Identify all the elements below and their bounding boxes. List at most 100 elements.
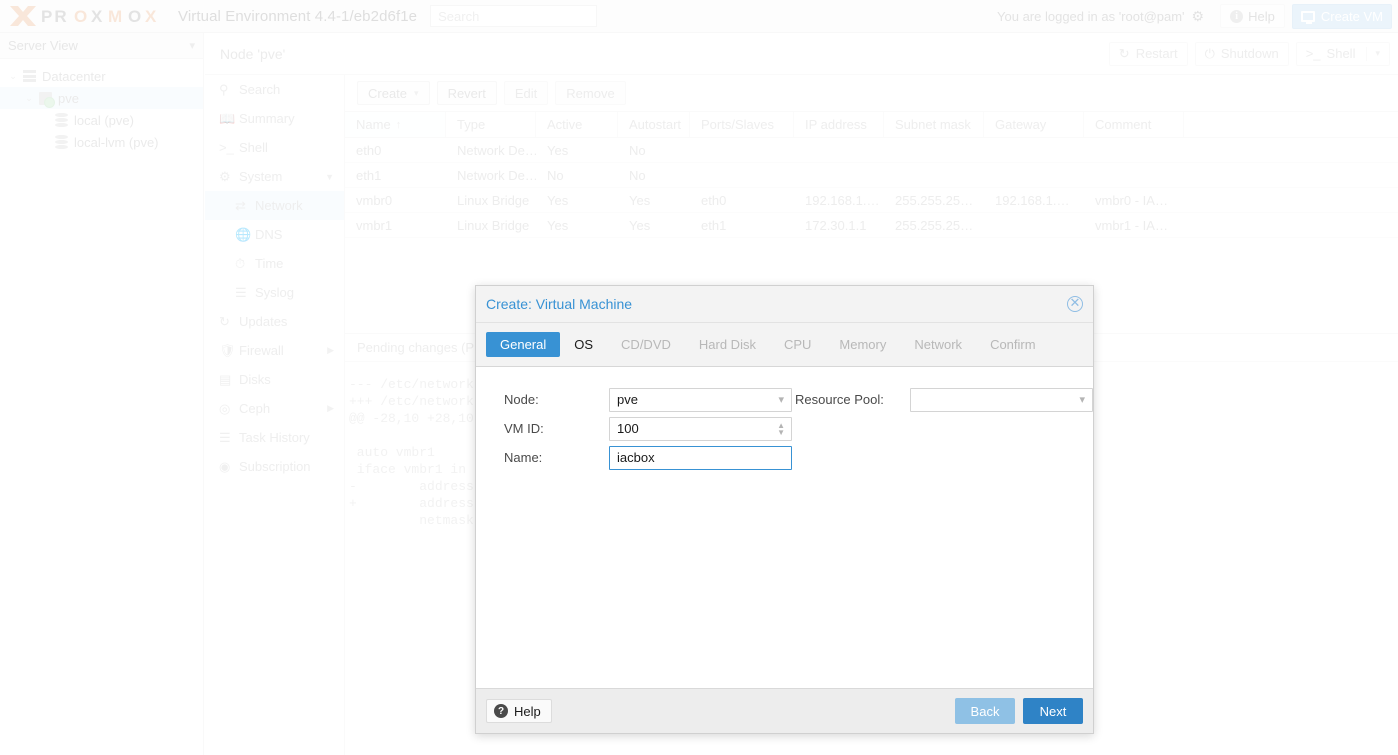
nav-item-network[interactable]: ⇄Network — [205, 191, 344, 220]
nav-item-disks[interactable]: ▤Disks — [205, 365, 344, 394]
table-row[interactable]: eth0Network De…YesNo — [345, 138, 1398, 163]
top-header-bar: PR O X M O X Virtual Environment 4.4-1/e… — [0, 0, 1398, 33]
table-row[interactable]: eth1Network De…NoNo — [345, 163, 1398, 188]
nav-item-time[interactable]: ⏱Time — [205, 249, 344, 278]
gear-icon[interactable]: ⚙ — [1192, 9, 1205, 23]
shutdown-button[interactable]: ⏻Shutdown — [1195, 42, 1289, 66]
button-label: Create — [368, 86, 407, 101]
table-cell — [884, 163, 984, 187]
nav-item-label: Disks — [239, 372, 271, 387]
table-cell: eth1 — [345, 163, 446, 187]
nav-item-label: Subscription — [239, 459, 311, 474]
chevron-down-icon[interactable]: ▾ — [1375, 48, 1380, 59]
nav-item-label: Shell — [239, 140, 268, 155]
dialog-body: Node: pve ▾ Resource Pool: ▾ VM ID: — [476, 367, 1093, 688]
create-vm-label: Create VM — [1321, 9, 1383, 24]
svg-text:O: O — [128, 7, 143, 26]
table-cell: eth0 — [690, 188, 794, 212]
nav-item-dns[interactable]: 🌐DNS — [205, 220, 344, 249]
vmid-stepper[interactable]: 100 ▲▼ — [609, 417, 792, 441]
column-header-name[interactable]: Name↑ — [345, 112, 446, 137]
logged-in-label: You are logged in as 'root@pam' — [997, 9, 1185, 24]
refresh-icon: ↻ — [219, 314, 239, 330]
table-cell: Yes — [536, 138, 618, 162]
header-right-group: You are logged in as 'root@pam' ⚙ i Help… — [997, 4, 1398, 29]
help-button-label: Help — [1248, 9, 1275, 24]
table-cell: vmbr0 - IA… — [1084, 188, 1184, 212]
nav-item-label: Network — [255, 198, 303, 213]
nav-item-ceph[interactable]: ◎Ceph▶ — [205, 394, 344, 423]
tree-item-local[interactable]: local (pve) — [0, 109, 203, 131]
tree-item-datacenter[interactable]: ⌄ Datacenter — [0, 65, 203, 87]
vmid-value: 100 — [617, 421, 639, 436]
nav-item-shell[interactable]: >_Shell — [205, 133, 344, 162]
nav-item-subscription[interactable]: ◉Subscription — [205, 452, 344, 481]
network-toolbar: Create▾RevertEditRemove — [345, 75, 1398, 111]
tree-item-label: pve — [58, 91, 79, 106]
button-label: Revert — [448, 86, 486, 101]
table-row[interactable]: vmbr1Linux BridgeYesYeseth1172.30.1.1255… — [345, 213, 1398, 238]
tab-os[interactable]: OS — [560, 332, 607, 357]
tree-item-label: Datacenter — [42, 69, 106, 84]
next-button[interactable]: Next — [1023, 698, 1083, 724]
column-header-autostart[interactable]: Autostart — [618, 112, 690, 137]
column-header-subnet-mask[interactable]: Subnet mask — [884, 112, 984, 137]
nav-item-updates[interactable]: ↻Updates — [205, 307, 344, 336]
column-label: Comment — [1095, 117, 1151, 132]
list-icon: ☰ — [219, 430, 239, 446]
revert-button[interactable]: Revert — [437, 81, 497, 105]
column-label: Type — [457, 117, 485, 132]
back-button[interactable]: Back — [955, 698, 1015, 724]
server-view-selector[interactable]: Server View ▾ — [0, 33, 203, 59]
shell-button[interactable]: >_Shell▾ — [1296, 42, 1390, 66]
nav-item-summary[interactable]: 📖Summary — [205, 104, 344, 133]
column-header-ip-address[interactable]: IP address — [794, 112, 884, 137]
column-header-comment[interactable]: Comment — [1084, 112, 1184, 137]
restart-icon: ↻ — [1119, 46, 1130, 62]
search-icon: ⚲ — [219, 82, 239, 98]
dialog-help-button[interactable]: ? Help — [486, 699, 552, 723]
column-header-ports-slaves[interactable]: Ports/Slaves — [690, 112, 794, 137]
table-row[interactable]: vmbr0Linux BridgeYesYeseth0192.168.1.…25… — [345, 188, 1398, 213]
name-input[interactable]: iacbox — [609, 446, 792, 470]
nav-item-system[interactable]: ⚙System▼ — [205, 162, 344, 191]
restart-button[interactable]: ↻Restart — [1109, 42, 1188, 66]
network-table: Name↑ Type ActiveAutostartPorts/SlavesIP a… — [345, 111, 1398, 286]
column-header-gateway[interactable]: Gateway — [984, 112, 1084, 137]
nav-item-search[interactable]: ⚲Search — [205, 75, 344, 104]
tab-general[interactable]: General — [486, 332, 560, 357]
tree-item-local-lvm[interactable]: local-lvm (pve) — [0, 131, 203, 153]
spinner-arrows-icon[interactable]: ▲▼ — [777, 422, 785, 436]
global-search-input[interactable]: Search — [430, 5, 597, 27]
table-cell: No — [618, 138, 690, 162]
help-button[interactable]: i Help — [1220, 4, 1285, 28]
create-button[interactable]: Create ▾ — [357, 81, 430, 105]
nav-item-task-history[interactable]: ☰Task History — [205, 423, 344, 452]
proxmox-logo: PR O X M O X — [8, 5, 168, 27]
cogs-icon: ⚙ — [219, 169, 239, 185]
create-vm-dialog: Create: Virtual Machine ✕ GeneralOSCD/DV… — [475, 285, 1094, 734]
dialog-title: Create: Virtual Machine — [486, 296, 632, 312]
table-cell: 255.255.25… — [884, 213, 984, 237]
dialog-title-bar: Create: Virtual Machine ✕ — [476, 286, 1093, 323]
tree-item-pve[interactable]: ⌄ pve — [0, 87, 203, 109]
network-icon: ⇄ — [235, 198, 255, 214]
clock-icon: ⏱ — [235, 256, 255, 272]
column-header-type[interactable]: Type — [446, 112, 536, 137]
node-select[interactable]: pve ▾ — [609, 388, 792, 412]
nav-item-syslog[interactable]: ☰Syslog — [205, 278, 344, 307]
tree-item-label: local (pve) — [74, 113, 134, 128]
resource-pool-select[interactable]: ▾ — [910, 388, 1093, 412]
chevron-down-icon[interactable]: ▾ — [414, 88, 419, 99]
tree-expander-icon[interactable]: ⌄ — [6, 71, 20, 82]
column-header-active[interactable]: Active — [536, 112, 618, 137]
tree-expander-icon[interactable]: ⌄ — [22, 93, 36, 104]
name-field-label: Name: — [504, 450, 609, 465]
nav-item-firewall[interactable]: 🛡Firewall▶ — [205, 336, 344, 365]
close-icon[interactable]: ✕ — [1067, 296, 1083, 312]
create-vm-button[interactable]: Create VM — [1292, 4, 1392, 29]
nav-item-label: Time — [255, 256, 283, 271]
chevron-down-icon: ▾ — [189, 39, 195, 52]
column-label: Gateway — [995, 117, 1046, 132]
proxmox-app: PR O X M O X Virtual Environment 4.4-1/e… — [0, 0, 1398, 755]
